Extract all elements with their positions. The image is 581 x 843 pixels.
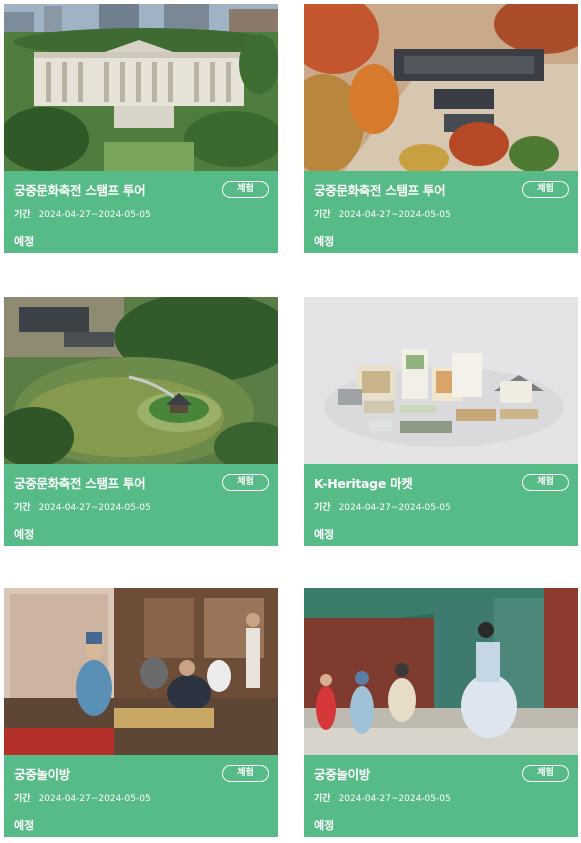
event-info: 궁중놀이방 체험 기간 2024-04-27~2024-05-05 예정: [4, 755, 278, 837]
status-text: 예정: [14, 235, 35, 248]
event-title: 궁중문화축전 스탬프 투어: [314, 183, 446, 198]
category-badge: 체험: [222, 474, 269, 491]
status-text: 예정: [14, 528, 35, 541]
period-value: 2024-04-27~2024-05-05: [338, 503, 451, 513]
category-badge: 체험: [522, 474, 569, 491]
event-info: 궁중문화축전 스탬프 투어 체험 기간 2024-04-27~2024-05-05…: [4, 464, 278, 546]
period-label: 기간: [314, 503, 331, 513]
event-period: 기간 2024-04-27~2024-05-05: [314, 791, 451, 804]
event-period: 기간 2024-04-27~2024-05-05: [314, 207, 451, 220]
event-period: 기간 2024-04-27~2024-05-05: [14, 500, 151, 513]
period-value: 2024-04-27~2024-05-05: [38, 503, 151, 513]
event-title: 궁중문화축전 스탬프 투어: [14, 183, 146, 198]
event-info: K-Heritage 마켓 체험 기간 2024-04-27~2024-05-05…: [304, 464, 578, 546]
event-info: 궁중문화축전 스탬프 투어 체험 기간 2024-04-27~2024-05-05…: [4, 171, 278, 253]
event-card[interactable]: K-Heritage 마켓 체험 기간 2024-04-27~2024-05-05…: [304, 297, 578, 546]
status-text: 예정: [314, 235, 335, 248]
event-card[interactable]: 궁중문화축전 스탬프 투어 체험 기간 2024-04-27~2024-05-05…: [304, 4, 578, 253]
period-value: 2024-04-27~2024-05-05: [38, 210, 151, 220]
status-text: 예정: [314, 819, 335, 832]
period-label: 기간: [14, 794, 31, 804]
period-value: 2024-04-27~2024-05-05: [338, 210, 451, 220]
event-thumbnail[interactable]: [4, 588, 278, 755]
event-title: 궁중문화축전 스탬프 투어: [14, 476, 146, 491]
event-card[interactable]: 궁중놀이방 체험 기간 2024-04-27~2024-05-05 예정: [4, 588, 278, 837]
status-text: 예정: [314, 528, 335, 541]
event-period: 기간 2024-04-27~2024-05-05: [14, 207, 151, 220]
event-thumbnail[interactable]: [304, 588, 578, 755]
event-title: K-Heritage 마켓: [314, 476, 413, 491]
event-title: 궁중놀이방: [14, 767, 71, 782]
event-thumbnail[interactable]: [304, 297, 578, 464]
period-label: 기간: [314, 210, 331, 220]
category-badge: 체험: [522, 181, 569, 198]
category-badge: 체험: [222, 765, 269, 782]
event-title: 궁중놀이방: [314, 767, 371, 782]
period-label: 기간: [14, 210, 31, 220]
event-info: 궁중놀이방 체험 기간 2024-04-27~2024-05-05 예정: [304, 755, 578, 837]
event-card[interactable]: 궁중문화축전 스탬프 투어 체험 기간 2024-04-27~2024-05-05…: [4, 297, 278, 546]
period-value: 2024-04-27~2024-05-05: [38, 794, 151, 804]
period-label: 기간: [314, 794, 331, 804]
event-info: 궁중문화축전 스탬프 투어 체험 기간 2024-04-27~2024-05-05…: [304, 171, 578, 253]
event-thumbnail[interactable]: [4, 297, 278, 464]
event-card[interactable]: 궁중문화축전 스탬프 투어 체험 기간 2024-04-27~2024-05-05…: [4, 4, 278, 253]
event-thumbnail[interactable]: [304, 4, 578, 171]
category-badge: 체험: [522, 765, 569, 782]
event-card-grid: 궁중문화축전 스탬프 투어 체험 기간 2024-04-27~2024-05-05…: [0, 0, 581, 843]
event-period: 기간 2024-04-27~2024-05-05: [14, 791, 151, 804]
event-thumbnail[interactable]: [4, 4, 278, 171]
category-badge: 체험: [222, 181, 269, 198]
event-card[interactable]: 궁중놀이방 체험 기간 2024-04-27~2024-05-05 예정: [304, 588, 578, 837]
period-label: 기간: [14, 503, 31, 513]
period-value: 2024-04-27~2024-05-05: [338, 794, 451, 804]
event-period: 기간 2024-04-27~2024-05-05: [314, 500, 451, 513]
status-text: 예정: [14, 819, 35, 832]
